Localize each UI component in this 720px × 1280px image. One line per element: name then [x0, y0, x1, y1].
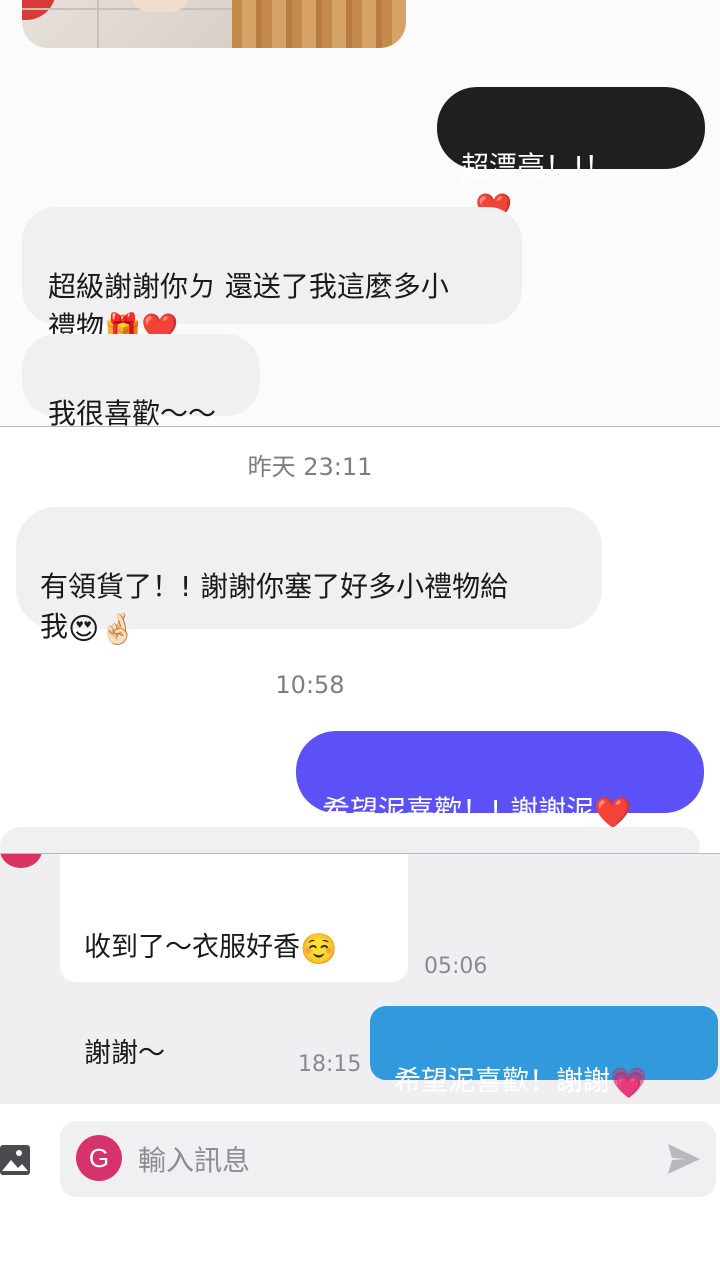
pink-heart-emoji: 💗	[610, 1066, 648, 1101]
timestamp: 昨天 23:11	[247, 453, 373, 481]
heart-emoji: ❤️	[594, 796, 632, 831]
timestamp: 10:58	[275, 671, 345, 699]
received-message-bubble[interactable]: 收到了～衣服好香☺️ 謝謝～	[60, 854, 408, 1069]
chat-panel-3: 收到了～衣服好香☺️ 謝謝～ 05:06 18:15 希望泥喜歡！謝謝💗 G 輸…	[0, 854, 720, 1280]
message-input-bar[interactable]: G 輸入訊息	[60, 1121, 716, 1197]
photo-wood-door	[232, 0, 406, 48]
message-text-line2: 謝謝～	[84, 1038, 165, 1069]
cut-off-bubble	[0, 827, 700, 853]
message-time: 18:15	[298, 1052, 362, 1077]
sent-message-bubble[interactable]: 希望泥喜歡！! 謝謝泥❤️	[296, 731, 704, 831]
message-text: 希望泥喜歡！謝謝	[394, 1066, 610, 1097]
message-text: 我很喜歡～～	[48, 397, 217, 426]
shared-photo[interactable]	[22, 0, 406, 48]
chat-panel-2: 昨天 23:11 有領貨了！! 謝謝你塞了好多小禮物給 我😍🤞🏻 10:58 希…	[0, 427, 720, 853]
account-avatar-icon[interactable]: G	[76, 1135, 122, 1181]
screenshot-collage: 超漂亮！!！ ❤️ 超級謝謝你ㄉ 還送了我這麼多小 禮物🎁❤️ 我很喜歡～～ 昨…	[0, 0, 720, 1280]
message-text: 超漂亮！!！	[461, 150, 613, 183]
heart-eyes-emoji: 😍🤞🏻	[68, 612, 137, 647]
send-icon[interactable]	[666, 1141, 702, 1177]
sent-message-bubble[interactable]: 希望泥喜歡！謝謝💗	[370, 1006, 718, 1101]
message-text: 希望泥喜歡！! 謝謝泥	[322, 794, 595, 827]
received-message-bubble[interactable]: 超級謝謝你ㄉ 還送了我這麼多小 禮物🎁❤️	[22, 207, 522, 347]
received-message-bubble[interactable]: 有領貨了！! 謝謝你塞了好多小禮物給 我😍🤞🏻	[16, 507, 602, 647]
message-text-line1: 收到了～衣服好香	[84, 932, 300, 963]
photo-floor	[22, 0, 232, 48]
received-message-bubble[interactable]: 我很喜歡～～	[22, 334, 260, 426]
chat-panel-1: 超漂亮！!！ ❤️ 超級謝謝你ㄉ 還送了我這麼多小 禮物🎁❤️ 我很喜歡～～	[0, 0, 720, 426]
message-time: 05:06	[424, 954, 488, 979]
image-attach-icon[interactable]	[0, 1143, 30, 1177]
smiling-emoji: ☺️	[300, 932, 338, 967]
sent-message-bubble[interactable]: 超漂亮！!！ ❤️	[437, 87, 705, 227]
message-input-placeholder[interactable]: 輸入訊息	[138, 1139, 250, 1179]
